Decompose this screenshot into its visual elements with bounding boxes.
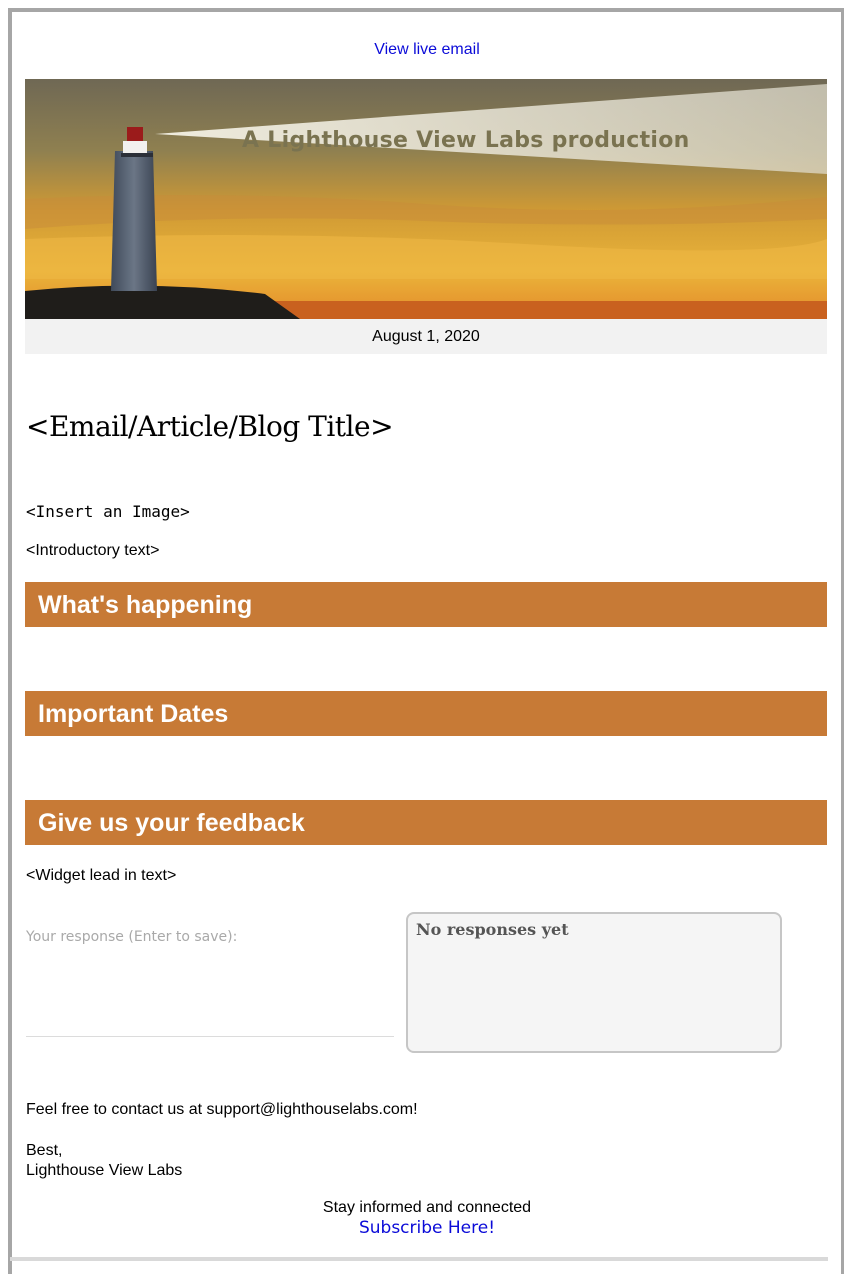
article-title: <Email/Article/Blog Title> — [26, 410, 394, 443]
contact-text: Feel free to contact us at support@light… — [26, 1101, 418, 1118]
image-placeholder: <Insert an Image> — [26, 502, 190, 521]
intro-text: <Introductory text> — [26, 542, 160, 559]
signoff: Best, Lighthouse View Labs — [26, 1141, 182, 1181]
bottom-shadow — [10, 1257, 828, 1261]
signoff-line-1: Best, — [26, 1142, 63, 1159]
date-bar: August 1, 2020 — [25, 319, 827, 354]
view-live-email-link[interactable]: View live email — [0, 41, 854, 59]
stay-informed-text: Stay informed and connected — [322, 1199, 532, 1216]
signoff-line-2: Lighthouse View Labs — [26, 1162, 183, 1179]
subscribe-link[interactable]: Subscribe Here! — [0, 1218, 854, 1238]
section-header-important-dates: Important Dates — [25, 691, 827, 736]
responses-box: No responses yet — [406, 912, 782, 1053]
response-input[interactable]: Your response (Enter to save): — [26, 929, 237, 945]
banner-caption: A Lighthouse View Labs production — [242, 128, 690, 153]
response-input-underline — [26, 1036, 394, 1037]
section-header-whats-happening: What's happening — [25, 582, 827, 627]
widget-lead-text: <Widget lead in text> — [26, 867, 177, 884]
issue-date: August 1, 2020 — [372, 328, 480, 345]
section-header-feedback: Give us your feedback — [25, 800, 827, 845]
lighthouse-banner-image: A Lighthouse View Labs production — [25, 79, 827, 319]
responses-text: No responses yet — [416, 920, 569, 939]
